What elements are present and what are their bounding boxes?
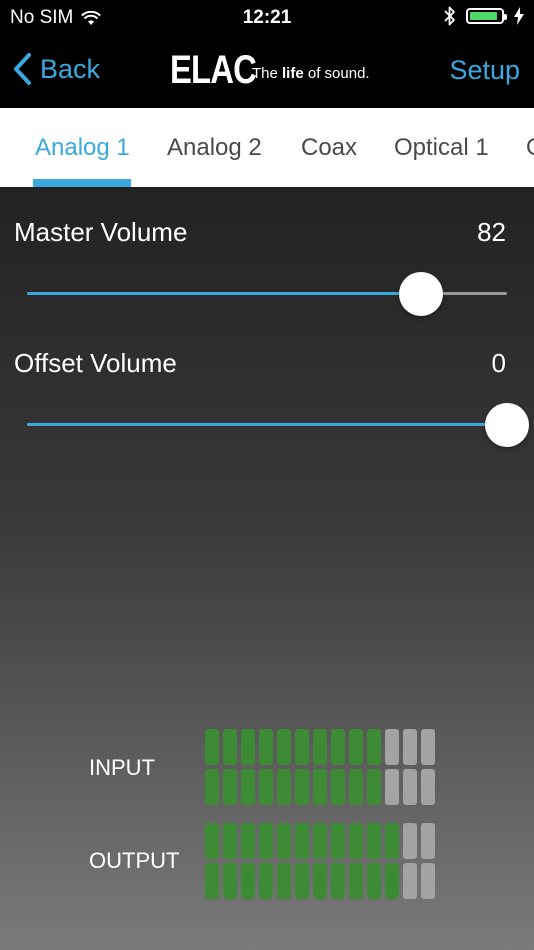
meter-segment-lit [277,729,291,765]
meter-segment-lit [313,769,327,805]
meter-segment-unlit [385,769,399,805]
meter-segment-unlit [385,729,399,765]
meter-segment-lit [367,863,381,899]
offset-volume-slider[interactable] [27,403,529,447]
meter-segment-lit [331,729,345,765]
meter-segment-unlit [421,769,435,805]
meter-segment-lit [259,769,273,805]
meter-segment-unlit [421,823,435,859]
meter-segment-lit [205,863,219,899]
meter-segment-lit [259,863,273,899]
meter-segment-lit [223,823,237,859]
brand-name: ELAC [170,48,257,92]
meter-segment-lit [295,769,309,805]
tagline-bold: life [282,65,304,82]
elac-logo: ELAC The life of sound. [170,50,370,90]
meter-segment-lit [349,863,363,899]
meter-segment-lit [349,823,363,859]
offset-volume-label: Offset Volume [14,348,177,378]
input-meter-right [205,769,435,805]
tagline-pre: The [252,65,283,82]
meter-segment-unlit [421,729,435,765]
meter-segment-lit [385,863,399,899]
master-volume-label: Master Volume [14,217,188,247]
status-right [444,6,524,26]
output-meter-label: OUTPUT [89,848,180,873]
slider-thumb[interactable] [398,272,443,316]
meter-segment-lit [259,823,273,859]
meter-segment-lit [223,769,237,805]
brand-tagline: The life of sound. [252,65,370,82]
meter-segment-unlit [403,863,417,899]
meter-segment-lit [277,823,291,859]
tagline-post: of sound. [303,65,370,82]
meter-segment-lit [313,823,327,859]
input-meter-left [205,729,435,765]
offset-volume-value: 0 [491,348,506,378]
volume-panel: Master Volume 82 Offset Volume 0 INPUT O… [0,187,534,950]
meter-segment-lit [385,823,399,859]
battery-level [470,12,497,20]
meter-segment-lit [277,863,291,899]
meter-segment-lit [295,729,309,765]
input-meter-label: INPUT [89,755,155,780]
slider-fill [27,423,507,426]
meter-segment-lit [295,823,309,859]
meter-segment-unlit [403,769,417,805]
meter-segment-lit [331,769,345,805]
tab-optical-2-partial[interactable]: O [526,134,534,162]
meter-segment-unlit [403,823,417,859]
setup-button[interactable]: Setup [449,55,520,86]
back-button[interactable]: Back [12,52,100,86]
meter-segment-lit [241,769,255,805]
meter-segment-lit [205,823,219,859]
meter-segment-lit [295,863,309,899]
meter-segment-unlit [421,863,435,899]
master-volume-value: 82 [477,217,506,247]
bluetooth-icon [444,6,455,26]
output-meter-right [205,863,435,899]
slider-thumb[interactable] [485,403,529,447]
meter-segment-lit [205,769,219,805]
status-bar: No SIM 12:21 [0,0,534,36]
battery-icon [466,8,507,24]
meter-segment-lit [277,769,291,805]
nav-bar: Back ELAC The life of sound. Setup [0,36,534,108]
meter-segment-lit [367,823,381,859]
tab-analog-1[interactable]: Analog 1 [35,134,130,162]
meter-segment-lit [331,823,345,859]
meter-segment-lit [367,769,381,805]
meter-segment-lit [223,729,237,765]
meter-segment-lit [223,863,237,899]
back-label: Back [40,53,101,84]
meter-segment-lit [313,729,327,765]
source-tabs: Analog 1 Analog 2 Coax Optical 1 O [0,108,534,187]
master-volume-slider[interactable] [27,272,507,316]
charging-bolt-icon [514,7,524,25]
meter-segment-lit [313,863,327,899]
meter-segment-lit [367,729,381,765]
slider-fill [27,292,421,295]
meter-segment-lit [205,729,219,765]
tab-coax[interactable]: Coax [301,134,357,162]
meter-segment-lit [259,729,273,765]
meter-segment-lit [349,729,363,765]
meter-segment-lit [349,769,363,805]
tab-analog-2[interactable]: Analog 2 [167,134,262,162]
active-tab-indicator [33,179,131,187]
meter-segment-unlit [403,729,417,765]
tab-optical-1[interactable]: Optical 1 [394,134,489,162]
meter-segment-lit [241,823,255,859]
chevron-left-icon [14,53,31,85]
meter-segment-lit [241,729,255,765]
meter-segment-lit [241,863,255,899]
output-meter-left [205,823,435,859]
battery-nub [504,14,507,20]
meter-segment-lit [331,863,345,899]
